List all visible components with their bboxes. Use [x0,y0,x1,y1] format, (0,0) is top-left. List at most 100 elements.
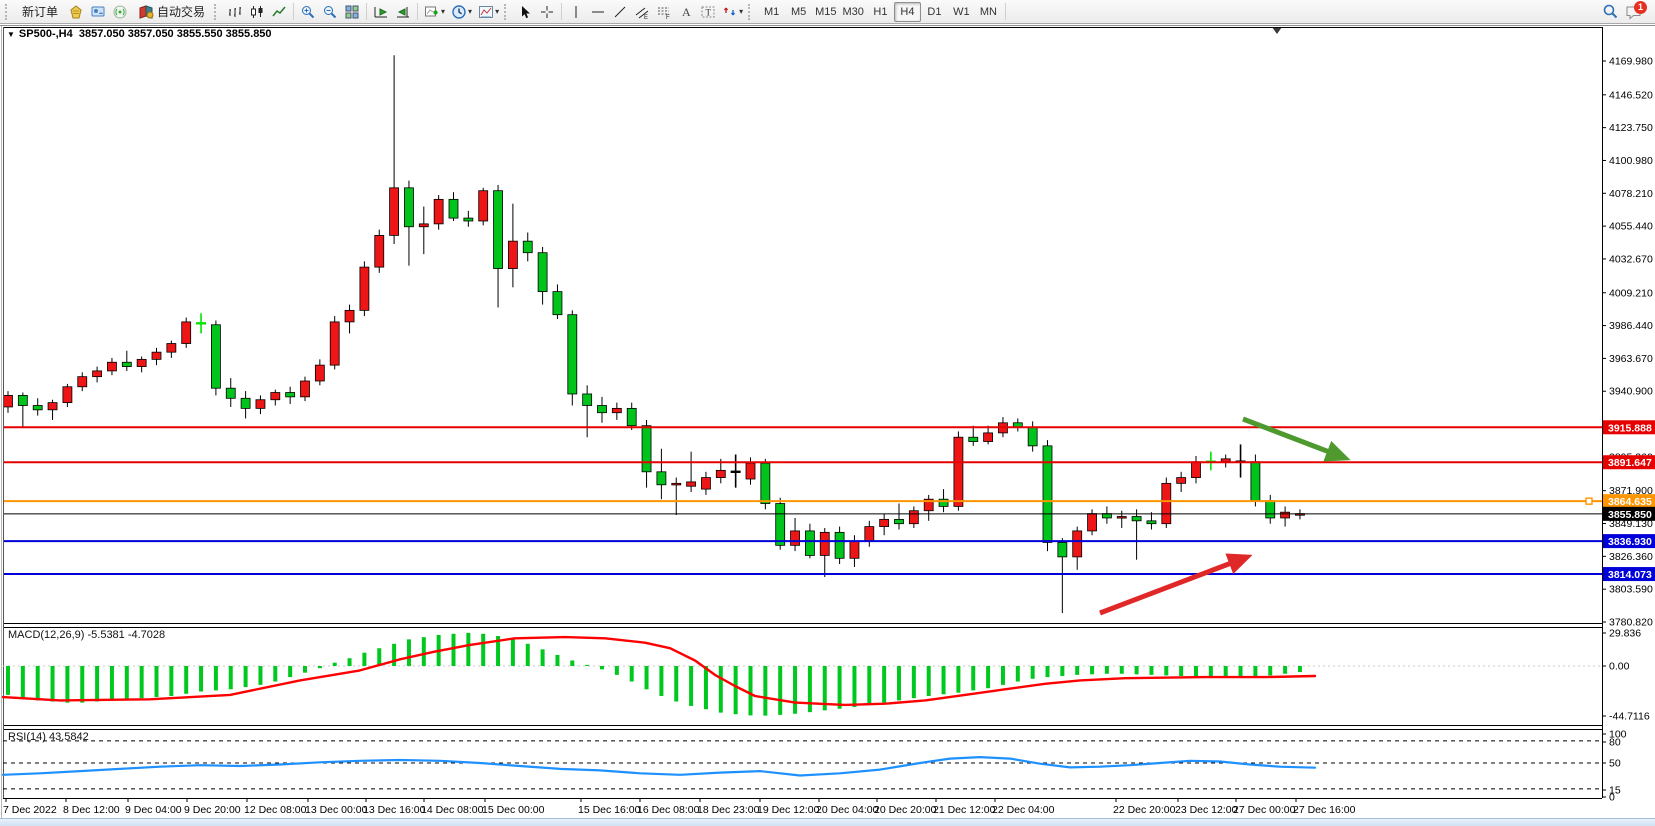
cursor-button[interactable] [514,2,536,22]
crosshair-icon [539,4,555,20]
bar-chart-button[interactable] [224,2,246,22]
toolbar-grip[interactable] [504,4,510,20]
vertical-line-icon [568,4,584,20]
auto-trading-label: 自动交易 [157,3,205,20]
chart-ohlc: 3857.050 3857.050 3855.550 3855.850 [79,28,272,40]
chart-canvas[interactable]: 4169.9804146.5204123.7504100.9804078.210… [0,24,1655,818]
equidistant-channel-button[interactable]: E [631,2,653,22]
market-watch-icon [90,4,106,20]
chart-title: ▼ SP500-,H4 3857.050 3857.050 3855.550 38… [7,28,272,40]
toolbar-separator [1005,3,1006,20]
svg-text:F: F [666,15,670,20]
chart-shift-button[interactable] [392,2,414,22]
tf-m1-button[interactable]: M1 [758,2,785,22]
trendline-button[interactable] [609,2,631,22]
tf-m15-button[interactable]: M15 [812,2,839,22]
zoom-out-icon [322,4,338,20]
text-icon: A [678,4,694,20]
periods-button[interactable]: ▾ [448,2,475,22]
add-indicator-icon [424,4,440,20]
toolbar-grip[interactable] [748,4,754,20]
macd-values: -5.5381 -4.7028 [87,629,165,641]
zoom-in-icon [300,4,316,20]
search-button[interactable] [1599,2,1622,22]
notification-badge: 1 [1634,1,1647,14]
green-down-arrow [1243,419,1345,458]
price-axis[interactable] [1602,27,1655,798]
tf-mn-button[interactable]: MN [975,2,1002,22]
fibonacci-icon: F [656,4,672,20]
equidistant-channel-icon: E [634,4,650,20]
chart-window: 4169.9804146.5204123.7504100.9804078.210… [0,24,1655,818]
trendline-icon [612,4,628,20]
text-label-icon: T [700,4,716,20]
toolbar-separator [366,3,367,20]
toolbar-separator [293,3,294,20]
svg-text:E: E [644,15,648,20]
periods-icon [451,4,467,20]
auto-scroll-button[interactable] [370,2,392,22]
search-icon [1602,3,1619,20]
notifications-button[interactable]: 1 [1622,2,1646,22]
svg-text:A: A [682,5,691,19]
templates-icon [478,4,494,20]
tile-windows-button[interactable] [341,2,363,22]
toolbar: 新订单 自动交易 ▾ ▾ ▾ [0,0,1655,24]
red-up-arrow [1100,557,1247,613]
horizontal-line-button[interactable] [587,2,609,22]
arrows-button[interactable]: ▾ [719,2,746,22]
time-axis[interactable] [0,798,1602,818]
bar-chart-icon [227,4,243,20]
text-label-button[interactable]: T [697,2,719,22]
toolbar-separator [417,3,418,20]
vertical-line-button[interactable] [565,2,587,22]
auto-scroll-icon [373,4,389,20]
profiles-button[interactable] [65,2,87,22]
signals-icon [112,4,128,20]
toolbar-grip[interactable] [214,4,220,20]
auto-trading-icon [138,4,154,20]
toolbar-grip[interactable] [5,4,11,20]
profiles-icon [68,4,84,20]
templates-button[interactable]: ▾ [475,2,502,22]
line-chart-button[interactable] [268,2,290,22]
tf-m30-button[interactable]: M30 [840,2,867,22]
chevron-down-icon: ▾ [495,7,499,16]
chart-menu-icon[interactable]: ▼ [7,30,15,39]
fibonacci-button[interactable]: F [653,2,675,22]
chart-symbol-period: SP500-,H4 [19,28,73,40]
rsi-value: 43.5842 [49,731,89,743]
chevron-down-icon: ▾ [441,7,445,16]
zoom-out-button[interactable] [319,2,341,22]
candlestick-chart-button[interactable] [246,2,268,22]
crosshair-button[interactable] [536,2,558,22]
candlestick-chart-icon [249,4,265,20]
chart-shift-icon [395,4,411,20]
chevron-down-icon: ▾ [468,7,472,16]
text-button[interactable]: A [675,2,697,22]
tf-m5-button[interactable]: M5 [785,2,812,22]
toolbar-right: 1 [1599,2,1652,22]
tf-h4-button[interactable]: H4 [894,2,921,22]
svg-text:T: T [706,7,712,17]
tf-h1-button[interactable]: H1 [867,2,894,22]
cursor-icon [517,4,533,20]
tile-windows-icon [344,4,360,20]
notifications-icon: 1 [1625,4,1643,20]
add-indicator-button[interactable]: ▾ [421,2,448,22]
line-chart-icon [271,4,287,20]
market-watch-button[interactable] [87,2,109,22]
macd-name: MACD(12,26,9) [8,629,84,641]
rsi-indicator-label: RSI(14) 43.5842 [8,731,89,743]
tf-w1-button[interactable]: W1 [948,2,975,22]
auto-trading-button[interactable]: 自动交易 [131,2,212,22]
zoom-in-button[interactable] [297,2,319,22]
arrows-icon [722,4,738,20]
tf-d1-button[interactable]: D1 [921,2,948,22]
macd-indicator-label: MACD(12,26,9) -5.5381 -4.7028 [8,629,165,641]
rsi-name: RSI(14) [8,731,46,743]
new-order-button[interactable]: 新订单 [15,2,65,22]
chevron-down-icon: ▾ [739,7,743,16]
signals-button[interactable] [109,2,131,22]
toolbar-separator [561,3,562,20]
